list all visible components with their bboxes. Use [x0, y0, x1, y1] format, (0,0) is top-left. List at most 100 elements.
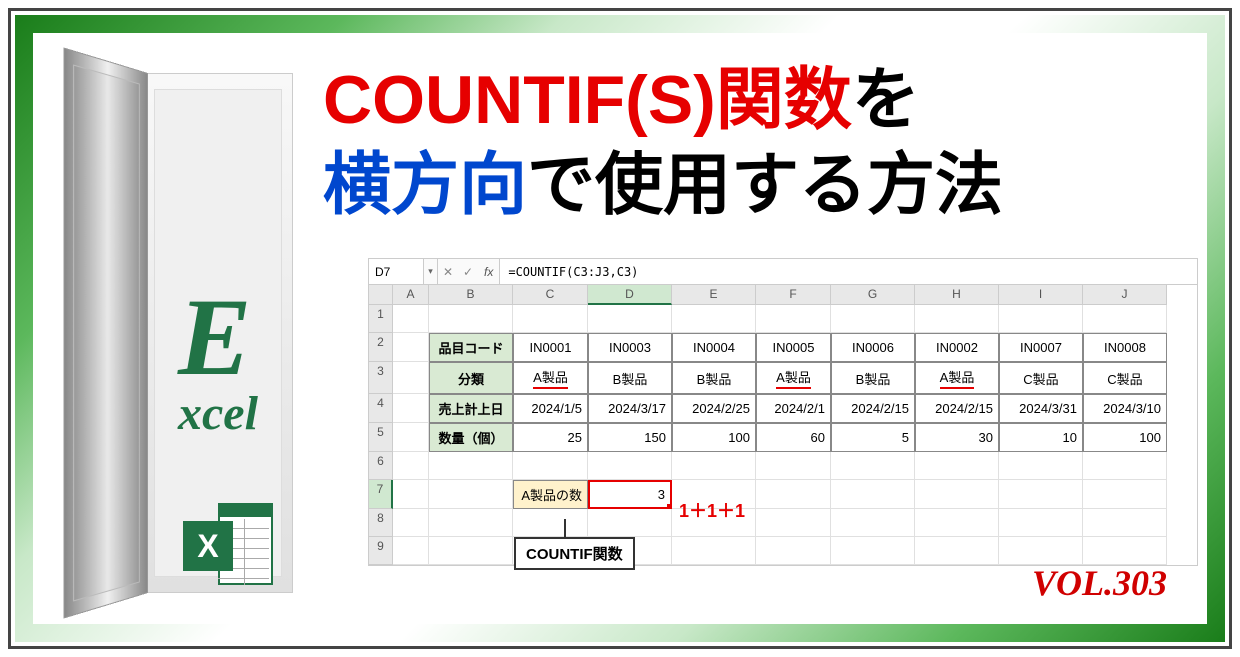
cell-I9[interactable]: [999, 537, 1083, 565]
cell-H5[interactable]: 30: [915, 423, 999, 452]
row-1[interactable]: 1: [369, 305, 393, 333]
cell-A7[interactable]: [393, 480, 429, 509]
fx-label[interactable]: fx: [478, 259, 500, 284]
cell-B6[interactable]: [429, 452, 513, 480]
cell-D3[interactable]: B製品: [588, 362, 672, 394]
cell-J7[interactable]: [1083, 480, 1167, 509]
col-F[interactable]: F: [756, 285, 831, 305]
cell-H8[interactable]: [915, 509, 999, 537]
col-C[interactable]: C: [513, 285, 588, 305]
cell-C6[interactable]: [513, 452, 588, 480]
cell-F3[interactable]: A製品: [756, 362, 831, 394]
select-all-corner[interactable]: [369, 285, 393, 305]
cell-E2[interactable]: IN0004: [672, 333, 756, 362]
cell-C5[interactable]: 25: [513, 423, 588, 452]
cell-D4[interactable]: 2024/3/17: [588, 394, 672, 423]
cancel-icon[interactable]: ✕: [438, 259, 458, 284]
cell-E6[interactable]: [672, 452, 756, 480]
cell-F2[interactable]: IN0005: [756, 333, 831, 362]
name-box-dropdown[interactable]: ▾: [424, 259, 438, 284]
cell-J6[interactable]: [1083, 452, 1167, 480]
cell-C2[interactable]: IN0001: [513, 333, 588, 362]
cell-H6[interactable]: [915, 452, 999, 480]
cell-G1[interactable]: [831, 305, 915, 333]
cell-C4[interactable]: 2024/1/5: [513, 394, 588, 423]
cell-F4[interactable]: 2024/2/1: [756, 394, 831, 423]
cell-A8[interactable]: [393, 509, 429, 537]
cell-F6[interactable]: [756, 452, 831, 480]
cell-A1[interactable]: [393, 305, 429, 333]
row-7[interactable]: 7: [369, 480, 393, 509]
col-J[interactable]: J: [1083, 285, 1167, 305]
cell-H4[interactable]: 2024/2/15: [915, 394, 999, 423]
cell-F7[interactable]: [756, 480, 831, 509]
cell-A6[interactable]: [393, 452, 429, 480]
cell-H2[interactable]: IN0002: [915, 333, 999, 362]
cell-J5[interactable]: 100: [1083, 423, 1167, 452]
cell-I6[interactable]: [999, 452, 1083, 480]
cell-E9[interactable]: [672, 537, 756, 565]
cell-G3[interactable]: B製品: [831, 362, 915, 394]
enter-icon[interactable]: ✓: [458, 259, 478, 284]
cell-B8[interactable]: [429, 509, 513, 537]
cell-G7[interactable]: [831, 480, 915, 509]
cell-A5[interactable]: [393, 423, 429, 452]
row-2[interactable]: 2: [369, 333, 393, 362]
cell-B9[interactable]: [429, 537, 513, 565]
col-H[interactable]: H: [915, 285, 999, 305]
col-D[interactable]: D: [588, 285, 672, 305]
cell-F9[interactable]: [756, 537, 831, 565]
col-I[interactable]: I: [999, 285, 1083, 305]
cell-C8[interactable]: [513, 509, 588, 537]
row-4[interactable]: 4: [369, 394, 393, 423]
formula-input[interactable]: =COUNTIF(C3:J3,C3): [500, 259, 1197, 284]
result-label[interactable]: A製品の数: [513, 480, 588, 509]
cell-F8[interactable]: [756, 509, 831, 537]
col-G[interactable]: G: [831, 285, 915, 305]
col-A[interactable]: A: [393, 285, 429, 305]
cell-I5[interactable]: 10: [999, 423, 1083, 452]
cell-C3[interactable]: A製品: [513, 362, 588, 394]
name-box[interactable]: D7: [369, 259, 424, 284]
cell-C1[interactable]: [513, 305, 588, 333]
cell-H3[interactable]: A製品: [915, 362, 999, 394]
cell-D2[interactable]: IN0003: [588, 333, 672, 362]
cell-H1[interactable]: [915, 305, 999, 333]
cell-D8[interactable]: [588, 509, 672, 537]
cell-I2[interactable]: IN0007: [999, 333, 1083, 362]
cell-I8[interactable]: [999, 509, 1083, 537]
cell-B1[interactable]: [429, 305, 513, 333]
header-category[interactable]: 分類: [429, 362, 513, 394]
cell-G6[interactable]: [831, 452, 915, 480]
result-cell[interactable]: 3: [588, 480, 672, 509]
cell-B7[interactable]: [429, 480, 513, 509]
cell-G8[interactable]: [831, 509, 915, 537]
cell-A9[interactable]: [393, 537, 429, 565]
cell-J4[interactable]: 2024/3/10: [1083, 394, 1167, 423]
row-8[interactable]: 8: [369, 509, 393, 537]
row-3[interactable]: 3: [369, 362, 393, 394]
cell-I3[interactable]: C製品: [999, 362, 1083, 394]
header-date[interactable]: 売上計上日: [429, 394, 513, 423]
cell-I7[interactable]: [999, 480, 1083, 509]
col-B[interactable]: B: [429, 285, 513, 305]
cell-F5[interactable]: 60: [756, 423, 831, 452]
header-product-code[interactable]: 品目コード: [429, 333, 513, 362]
cell-E1[interactable]: [672, 305, 756, 333]
cell-I4[interactable]: 2024/3/31: [999, 394, 1083, 423]
cell-E3[interactable]: B製品: [672, 362, 756, 394]
row-6[interactable]: 6: [369, 452, 393, 480]
row-9[interactable]: 9: [369, 537, 393, 565]
cell-J8[interactable]: [1083, 509, 1167, 537]
cell-J2[interactable]: IN0008: [1083, 333, 1167, 362]
cell-G9[interactable]: [831, 537, 915, 565]
header-qty[interactable]: 数量（個）: [429, 423, 513, 452]
cell-A2[interactable]: [393, 333, 429, 362]
cell-G5[interactable]: 5: [831, 423, 915, 452]
cell-H7[interactable]: [915, 480, 999, 509]
cell-J1[interactable]: [1083, 305, 1167, 333]
cell-J9[interactable]: [1083, 537, 1167, 565]
cell-H9[interactable]: [915, 537, 999, 565]
cell-I1[interactable]: [999, 305, 1083, 333]
cell-A4[interactable]: [393, 394, 429, 423]
